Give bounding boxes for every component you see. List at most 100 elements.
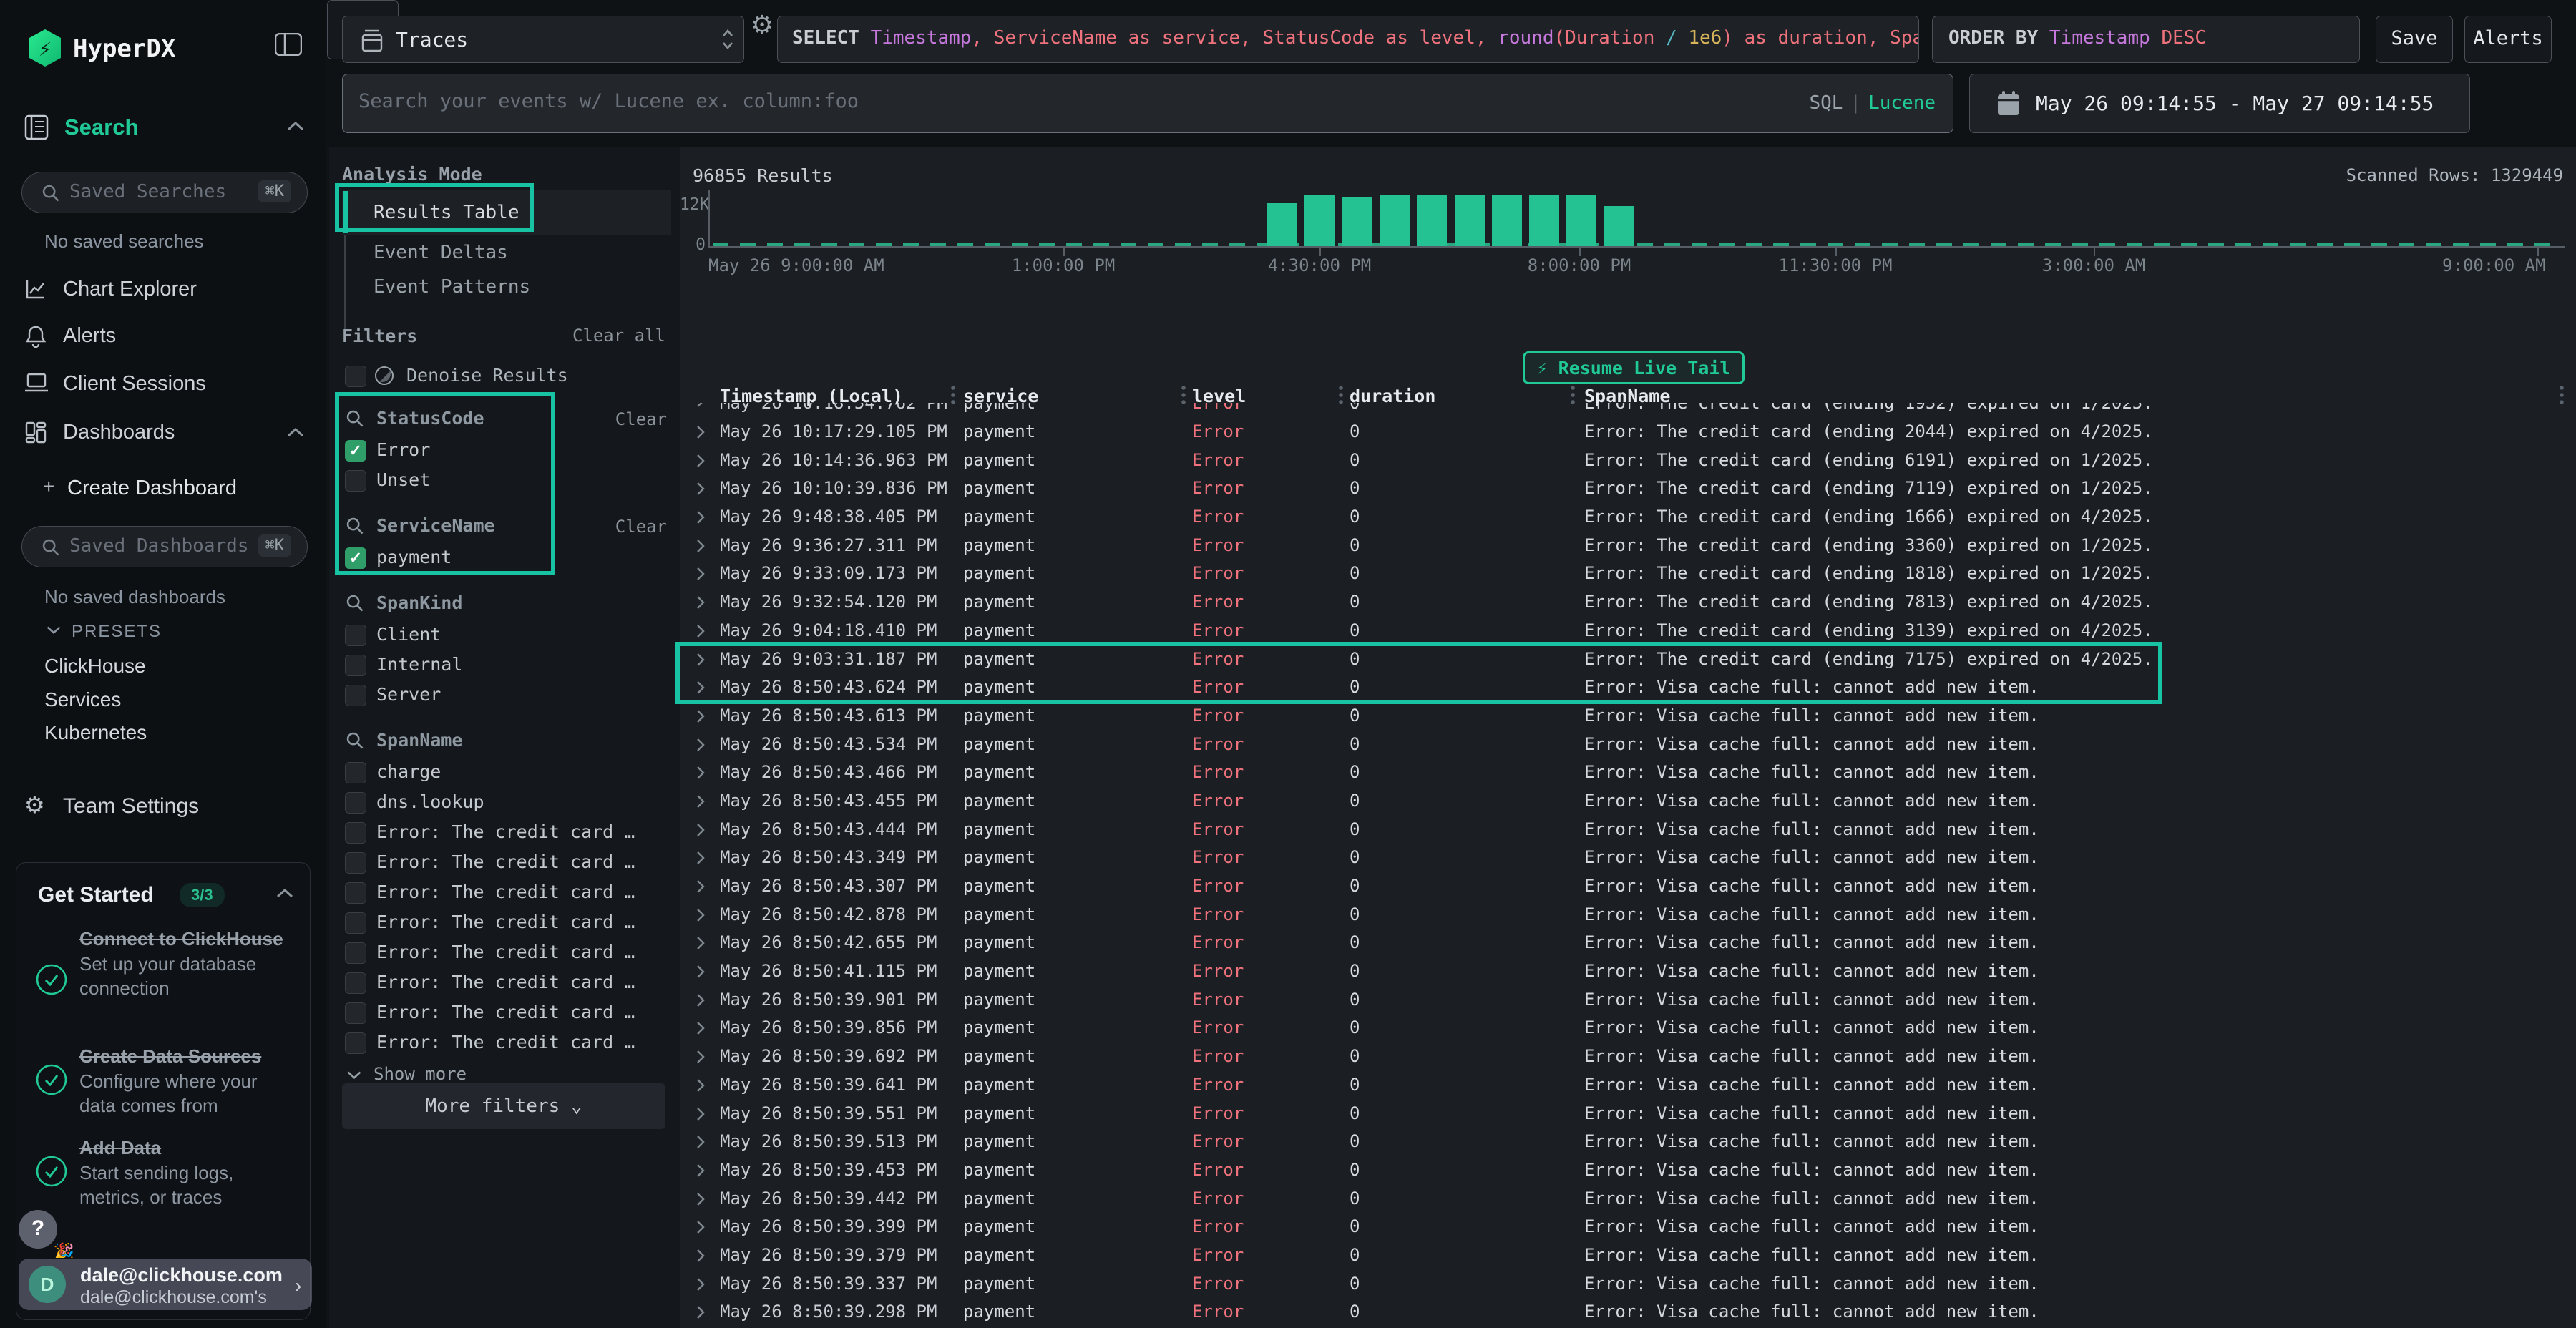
table-row[interactable]: May 26 8:50:43.534 PMpaymentError0Error:… [680, 730, 2576, 758]
expand-row-icon[interactable] [696, 1304, 706, 1320]
checkbox[interactable] [345, 1032, 366, 1054]
saved-searches-input[interactable] [69, 181, 248, 202]
histogram-bar[interactable] [1455, 195, 1485, 246]
sidebar-item-dashboards[interactable]: Dashboards [0, 414, 326, 451]
histogram-bar[interactable] [1566, 195, 1596, 246]
checkbox[interactable] [345, 1002, 366, 1024]
expand-row-icon[interactable] [696, 453, 706, 469]
expand-row-icon[interactable] [696, 1020, 706, 1036]
expand-row-icon[interactable] [696, 794, 706, 809]
checkbox[interactable] [345, 882, 366, 904]
gear-icon[interactable]: ⚙ [751, 10, 774, 40]
histogram-bar[interactable] [1417, 195, 1447, 246]
filter-option[interactable]: ✓payment [329, 543, 680, 573]
checkbox[interactable] [345, 762, 366, 783]
expand-row-icon[interactable] [696, 652, 706, 668]
alerts-button[interactable]: Alerts [2464, 16, 2552, 63]
lucene-toggle[interactable]: Lucene [1868, 92, 1936, 114]
table-row[interactable]: May 26 9:36:27.311 PMpaymentError0Error:… [680, 531, 2576, 560]
expand-row-icon[interactable] [696, 481, 706, 497]
expand-row-icon[interactable] [696, 1106, 706, 1122]
source-select[interactable]: Traces [342, 16, 744, 63]
table-row[interactable]: May 26 8:50:42.878 PMpaymentError0Error:… [680, 900, 2576, 929]
table-row[interactable]: May 26 10:14:36.963 PMpaymentError0Error… [680, 446, 2576, 474]
expand-row-icon[interactable] [696, 765, 706, 781]
table-row[interactable]: May 26 8:50:39.551 PMpaymentError0Error:… [680, 1099, 2576, 1128]
checkbox[interactable] [345, 852, 366, 874]
table-row[interactable]: May 26 9:33:09.173 PMpaymentError0Error:… [680, 559, 2576, 587]
checkbox[interactable] [345, 685, 366, 706]
expand-row-icon[interactable] [696, 509, 706, 525]
presets-toggle[interactable]: PRESETS [46, 622, 162, 642]
checkbox[interactable] [345, 792, 366, 814]
checkbox-checked[interactable]: ✓ [345, 440, 366, 462]
expand-row-icon[interactable] [696, 1078, 706, 1093]
expand-row-icon[interactable] [696, 403, 706, 409]
sidebar-item-kubernetes[interactable]: Kubernetes [44, 721, 147, 744]
table-row[interactable]: May 26 8:50:43.455 PMpaymentError0Error:… [680, 786, 2576, 815]
save-button[interactable]: Save [2376, 16, 2453, 63]
expand-row-icon[interactable] [696, 1276, 706, 1292]
analysis-mode-event-deltas[interactable]: Event Deltas [342, 235, 671, 270]
table-row[interactable]: May 26 8:50:39.337 PMpaymentError0Error:… [680, 1269, 2576, 1298]
clear-filter-link[interactable]: Clear [615, 409, 667, 429]
histogram-bar[interactable] [1529, 195, 1559, 246]
table-row[interactable]: May 26 8:50:39.379 PMpaymentError0Error:… [680, 1241, 2576, 1269]
table-row[interactable]: May 26 8:50:39.298 PMpaymentError0Error:… [680, 1297, 2576, 1326]
results-histogram[interactable]: 12K 0 [680, 190, 2576, 248]
search-icon[interactable] [345, 731, 365, 751]
filter-option[interactable]: ✓Error [329, 436, 680, 466]
table-row[interactable]: May 26 8:50:43.307 PMpaymentError0Error:… [680, 872, 2576, 900]
table-row[interactable]: May 26 8:50:39.641 PMpaymentError0Error:… [680, 1070, 2576, 1099]
table-row[interactable]: May 26 10:10:39.836 PMpaymentError0Error… [680, 474, 2576, 502]
histogram-bar[interactable] [1380, 195, 1410, 246]
filter-option[interactable]: Internal [329, 650, 680, 680]
expand-row-icon[interactable] [696, 1134, 706, 1150]
sql-query-editor[interactable]: SELECT Timestamp, ServiceName as service… [777, 16, 1919, 63]
table-row[interactable]: May 26 8:50:43.624 PMpaymentError0Error:… [680, 673, 2576, 701]
search-input[interactable] [358, 90, 1718, 112]
more-filters-button[interactable]: More filters ⌄ [342, 1083, 665, 1129]
collapse-sidebar-icon[interactable] [275, 33, 302, 56]
resume-live-tail-button[interactable]: ⚡ Resume Live Tail [1523, 351, 1745, 384]
table-row[interactable]: May 26 8:50:39.453 PMpaymentError0Error:… [680, 1156, 2576, 1184]
expand-row-icon[interactable] [696, 424, 706, 440]
sql-toggle[interactable]: SQL [1809, 92, 1843, 114]
denoise-checkbox[interactable] [345, 366, 366, 387]
expand-row-icon[interactable] [696, 1219, 706, 1235]
filter-option[interactable]: Error: The credit card … [329, 998, 680, 1028]
expand-row-icon[interactable] [696, 964, 706, 980]
clear-filter-link[interactable]: Clear [615, 517, 667, 537]
sidebar-item-clickhouse[interactable]: ClickHouse [44, 655, 146, 678]
filter-option[interactable]: charge [329, 758, 680, 788]
search-icon[interactable] [345, 593, 365, 613]
expand-row-icon[interactable] [696, 1191, 706, 1207]
table-row[interactable]: May 26 8:50:42.655 PMpaymentError0Error:… [680, 928, 2576, 957]
histogram-bar[interactable] [1267, 203, 1297, 246]
expand-row-icon[interactable] [696, 595, 706, 610]
date-range-picker[interactable]: May 26 09:14:55 - May 27 09:14:55 [1969, 74, 2470, 133]
checkbox[interactable] [345, 972, 366, 994]
expand-row-icon[interactable] [696, 623, 706, 639]
checkbox[interactable] [345, 470, 366, 492]
filter-option[interactable]: dns.lookup [329, 788, 680, 818]
table-row[interactable]: May 26 8:50:41.115 PMpaymentError0Error:… [680, 957, 2576, 985]
filter-option[interactable]: Error: The credit card … [329, 1028, 680, 1058]
search-icon[interactable] [345, 409, 365, 429]
table-row[interactable]: May 26 10:18:54.762 PMpaymentError0Error… [680, 403, 2576, 417]
analysis-mode-results-table[interactable]: Results Table [342, 190, 671, 235]
histogram-bar[interactable] [1604, 206, 1634, 246]
table-row[interactable]: May 26 8:50:39.442 PMpaymentError0Error:… [680, 1184, 2576, 1213]
filter-option[interactable]: Error: The credit card … [329, 968, 680, 998]
user-menu[interactable]: D dale@clickhouse.com dale@clickhouse.co… [19, 1259, 312, 1310]
expand-row-icon[interactable] [696, 935, 706, 951]
table-row[interactable]: May 26 8:50:39.901 PMpaymentError0Error:… [680, 985, 2576, 1014]
table-row[interactable]: May 26 8:50:39.513 PMpaymentError0Error:… [680, 1127, 2576, 1156]
event-search-box[interactable]: SQL|Lucene [342, 74, 1953, 133]
expand-row-icon[interactable] [696, 1049, 706, 1065]
histogram-bar[interactable] [1342, 197, 1372, 246]
saved-dashboards-input[interactable] [69, 535, 248, 557]
table-row[interactable]: May 26 9:32:54.120 PMpaymentError0Error:… [680, 587, 2576, 616]
table-row[interactable]: May 26 8:50:43.613 PMpaymentError0Error:… [680, 701, 2576, 730]
filter-option[interactable]: Client [329, 620, 680, 650]
